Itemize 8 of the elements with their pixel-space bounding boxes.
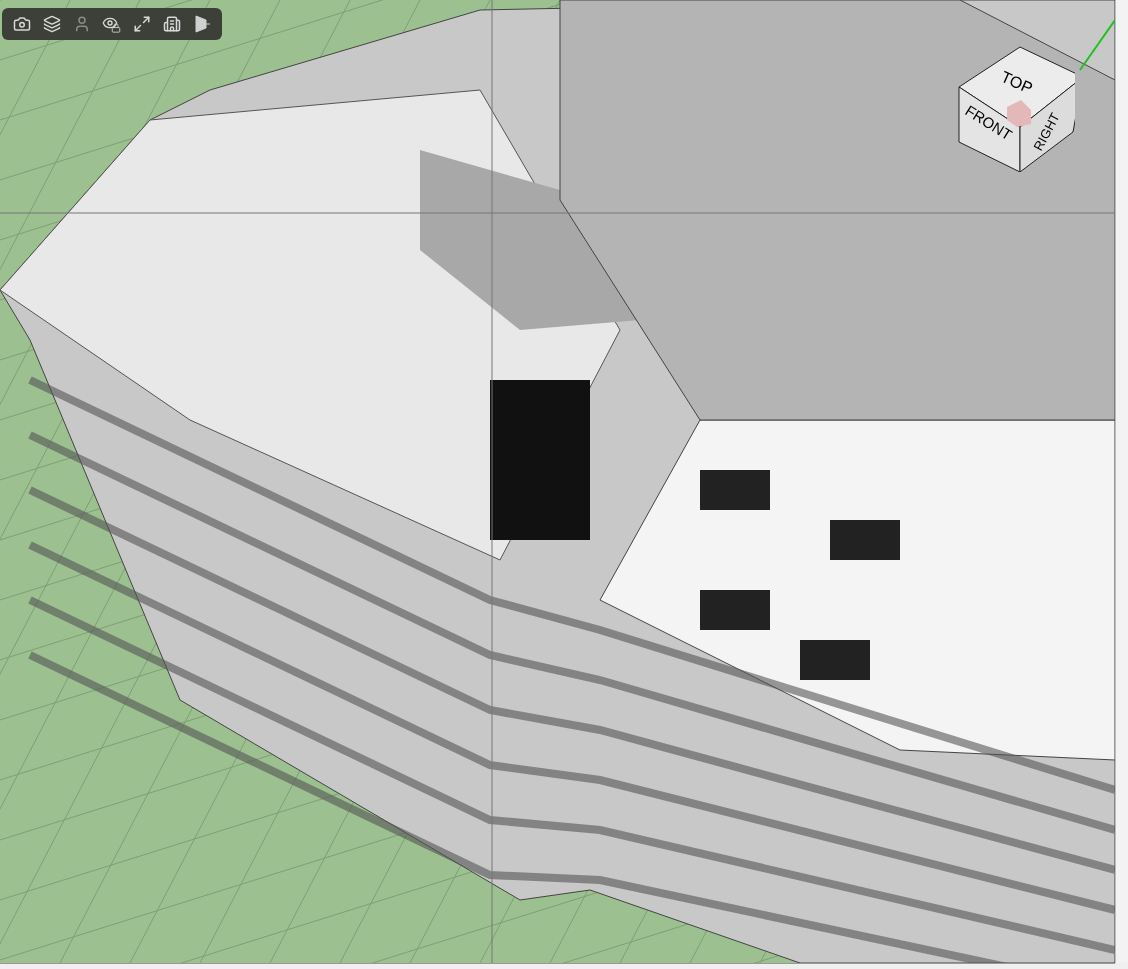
layers-icon [43, 15, 61, 33]
eye-lock-icon [102, 15, 122, 33]
person-icon [73, 15, 91, 33]
axis-line [1079, 19, 1115, 71]
section-plane-icon [194, 15, 210, 33]
building-icon [163, 15, 181, 33]
camera-icon [13, 15, 31, 33]
fit-view-icon [133, 15, 151, 33]
